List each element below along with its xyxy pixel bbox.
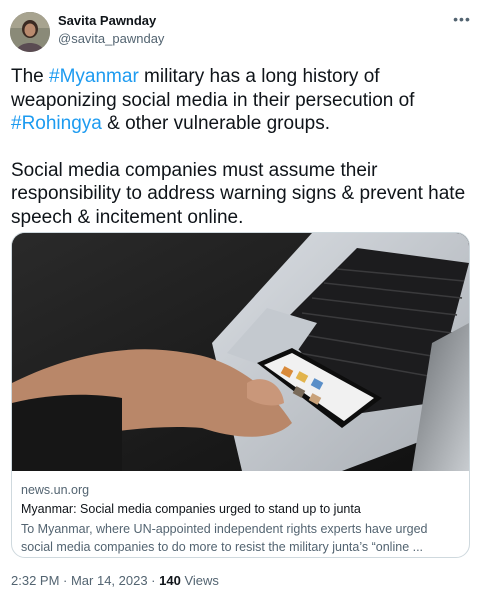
timestamp[interactable]: 2:32 PM · Mar 14, 2023 · [11,573,159,588]
author-name[interactable]: Savita Pawnday [58,13,156,28]
hashtag-link-rohingya[interactable]: #Rohingya [11,113,102,134]
more-horizontal-icon: ••• [453,11,471,27]
author-handle[interactable]: @savita_pawnday [58,31,164,46]
tweet-meta: 2:32 PM · Mar 14, 2023 · 140 Views [11,573,219,588]
tweet: Savita Pawnday @savita_pawnday ••• The #… [0,0,480,596]
tweet-text: The #Myanmar military has a long history… [11,65,471,229]
hand-holding-phone-over-laptop-image [12,233,469,471]
tweet-text-segment: The [11,66,50,87]
more-options-button[interactable]: ••• [452,10,472,30]
card-description: To Myanmar, where UN-appointed independe… [21,522,428,554]
hashtag-link-myanmar[interactable]: #Myanmar [49,66,139,87]
card-title: Myanmar: Social media companies urged to… [21,502,361,516]
views-label: Views [180,573,219,588]
tweet-paragraph-2: Social media companies must assume their… [11,159,466,228]
profile-photo-icon [10,12,50,52]
card-image[interactable] [12,233,469,471]
views-count: 140 [159,573,181,588]
avatar[interactable] [10,12,50,52]
card-domain: news.un.org [21,483,90,497]
tweet-text-segment: & other vulnerable groups. [101,113,330,134]
link-card[interactable]: news.un.org Myanmar: Social media compan… [11,232,470,558]
tweet-paragraph-1: The #Myanmar military has a long history… [11,65,471,136]
